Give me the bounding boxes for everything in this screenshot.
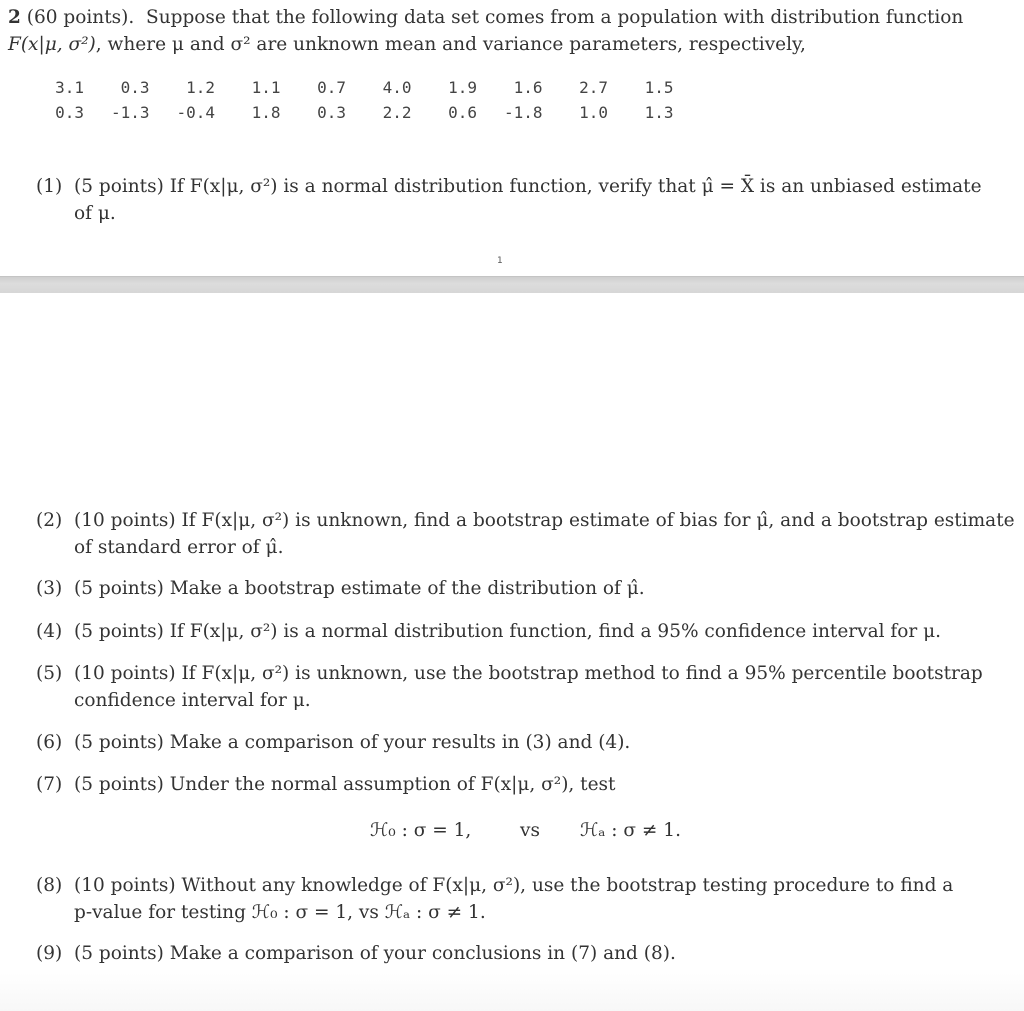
intro-text-2: , where μ and σ² are unknown mean and va…	[95, 34, 806, 55]
question-text: (10 points) If F(x|μ, σ²) is unknown, us…	[74, 663, 983, 684]
data-value: 0.3	[120, 78, 150, 97]
question-label: (5)	[36, 663, 63, 684]
intro-line-2: F(x|μ, σ²), where μ and σ² are unknown m…	[8, 31, 963, 58]
problem-intro: 2 (60 points). Suppose that the followin…	[8, 4, 963, 58]
data-value: 1.9	[448, 78, 477, 97]
question-label: (2)	[36, 510, 63, 531]
distribution-function: F(x|μ, σ²)	[8, 34, 96, 55]
question-label: (9)	[36, 943, 63, 964]
data-value: 1.1	[251, 78, 281, 97]
page-1: 2 (60 points). Suppose that the followin…	[0, 0, 1024, 276]
intro-line-1: 2 (60 points). Suppose that the followin…	[8, 4, 963, 31]
question-6: (6) (5 points) Make a comparison of your …	[36, 729, 630, 756]
data-value: 1.3	[644, 103, 674, 122]
data-value: 0.3	[317, 103, 346, 122]
question-4: (4) (5 points) If F(x|μ, σ²) is a normal …	[36, 618, 941, 645]
data-value: 4.0	[382, 78, 412, 97]
intro-text-1: Suppose that the following data set come…	[146, 7, 964, 28]
question-label: (7)	[36, 774, 63, 795]
data-value: 2.7	[579, 78, 608, 97]
data-value: 0.3	[55, 103, 84, 122]
page-2: (2) (10 points) If F(x|μ, σ²) is unknown,…	[0, 293, 1024, 1011]
question-text: (10 points) Without any knowledge of F(x…	[74, 875, 954, 896]
data-value: 0.7	[317, 78, 346, 97]
data-value: 1.2	[186, 78, 215, 97]
question-text-cont: of μ.	[74, 203, 116, 224]
data-row: 0.3 -1.3 -0.4 1.8 0.3 2.2 0.6 -1.8 1.0 1.3	[52, 100, 674, 125]
data-value: 1.8	[251, 103, 281, 122]
question-7: (7) (5 points) Under the normal assumptio…	[36, 771, 615, 798]
question-text-cont: of standard error of μ̂.	[74, 537, 284, 558]
question-3: (3) (5 points) Make a bootstrap estimate …	[36, 575, 645, 602]
question-text: (10 points) If F(x|μ, σ²) is unknown, fi…	[74, 510, 1015, 531]
problem-points: (60 points).	[26, 7, 135, 28]
data-value: 2.2	[382, 103, 412, 122]
data-value: -0.4	[176, 103, 215, 122]
question-label: (3)	[36, 578, 63, 599]
data-row: 3.1 0.3 1.2 1.1 0.7 4.0 1.9 1.6 2.7 1.5	[52, 75, 674, 100]
question-1: (1) (5 points) If F(x|μ, σ²) is a normal …	[36, 173, 982, 227]
question-text: (5 points) Make a comparison of your con…	[74, 943, 676, 964]
question-label: (8)	[36, 875, 63, 896]
question-text-cont: confidence interval for μ.	[74, 690, 311, 711]
question-9: (9) (5 points) Make a comparison of your …	[36, 940, 676, 967]
question-text: (5 points) If F(x|μ, σ²) is a normal dis…	[74, 176, 982, 197]
data-value: 1.0	[579, 103, 608, 122]
data-value: 1.6	[513, 78, 543, 97]
question-label: (6)	[36, 732, 63, 753]
alternative-hypothesis: ℋₐ : σ ≠ 1.	[580, 820, 681, 841]
question-text: (5 points) Make a comparison of your res…	[74, 732, 631, 753]
page-number: 1	[497, 256, 503, 266]
hypothesis-vs: vs	[520, 820, 540, 841]
data-value: -1.3	[110, 103, 150, 122]
data-value: 3.1	[55, 78, 84, 97]
question-text-cont: p-value for testing ℋ₀ : σ = 1, vs ℋₐ : …	[74, 902, 486, 923]
question-text: (5 points) Under the normal assumption o…	[74, 774, 616, 795]
question-8: (8) (10 points) Without any knowledge of …	[36, 872, 953, 926]
question-5: (5) (10 points) If F(x|μ, σ²) is unknown,…	[36, 660, 983, 714]
page-divider	[0, 276, 1024, 294]
null-hypothesis: ℋ₀ : σ = 1,	[370, 820, 472, 841]
data-value: -1.8	[503, 103, 543, 122]
data-value: 1.5	[644, 78, 674, 97]
data-value: 0.6	[448, 103, 477, 122]
data-set-table: 3.1 0.3 1.2 1.1 0.7 4.0 1.9 1.6 2.7 1.5 0.3 -1.3 -0.…	[52, 75, 674, 125]
question-label: (4)	[36, 621, 63, 642]
question-label: (1)	[36, 176, 63, 197]
question-text: (5 points) If F(x|μ, σ²) is a normal dis…	[74, 621, 942, 642]
question-2: (2) (10 points) If F(x|μ, σ²) is unknown,…	[36, 507, 1015, 561]
problem-number: 2	[8, 7, 21, 28]
question-text: (5 points) Make a bootstrap estimate of …	[74, 578, 645, 599]
